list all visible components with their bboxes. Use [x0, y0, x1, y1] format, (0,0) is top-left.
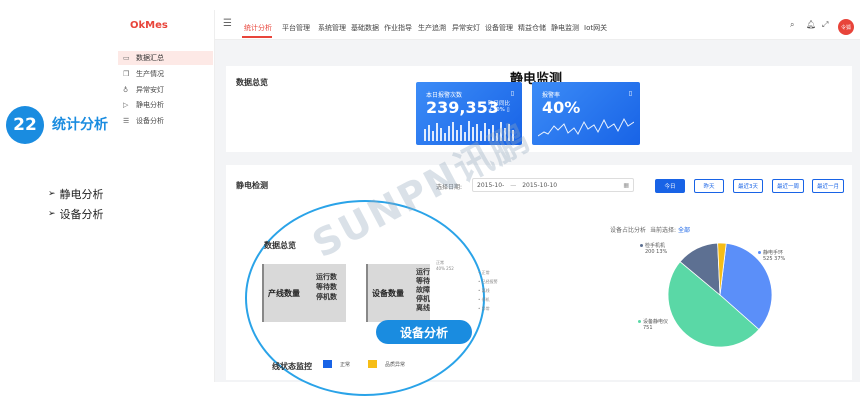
- date-range-picker[interactable]: 2015-10- — 2015-10-10 ▦: [472, 178, 634, 192]
- tab-work-guide[interactable]: 作业指导: [384, 23, 412, 33]
- tab-platform[interactable]: 平台管理: [282, 23, 310, 33]
- device-count-box: 设备数量 运行 等待 故障 停机 离线: [366, 264, 430, 322]
- fullscreen-icon[interactable]: ⤢: [822, 20, 828, 30]
- monitor-icon: ▭: [123, 54, 130, 62]
- date-end[interactable]: 2015-10-10: [522, 182, 557, 189]
- tab-statistics[interactable]: 统计分析: [244, 23, 272, 33]
- sidebar-item-andon[interactable]: ♁ 异常安灯: [118, 83, 213, 97]
- sidebar: [115, 10, 215, 382]
- device-count-title: 设备数量: [372, 289, 404, 298]
- info-icon: ▯: [510, 90, 514, 97]
- sidebar-item-label: 静电分析: [136, 101, 164, 109]
- promo-bullet-text: 设备分析: [59, 208, 104, 221]
- alarm-rate-card[interactable]: 报警率 ▯ 40%: [532, 82, 640, 145]
- magnified-overview-title: 数据总览: [264, 241, 296, 250]
- sidebar-item-label: 数据汇总: [136, 54, 164, 62]
- line-count-statuses: 运行数 等待数 停机数: [316, 273, 337, 301]
- last-month-button[interactable]: 最近一月: [812, 179, 844, 193]
- device-count-statuses: 运行 等待 故障 停机 离线: [416, 268, 430, 312]
- date-separator: —: [510, 181, 517, 189]
- tab-equipment[interactable]: 设备管理: [485, 23, 513, 33]
- sidebar-item-production[interactable]: ❒ 生产情况: [118, 67, 213, 81]
- sidebar-item-label: 设备分析: [136, 117, 164, 125]
- alarm-rate-sparkline: [538, 117, 634, 137]
- pie-label-detector: 检手机机 200 13%: [640, 242, 667, 255]
- promo-bullet: ➢ 静电分析: [48, 186, 104, 202]
- avatar[interactable]: 令狐: [838, 19, 854, 35]
- info-icon: ▯: [628, 90, 632, 97]
- tab-warehouse[interactable]: 精益仓储: [518, 23, 546, 33]
- sidebar-item-label: 生产情况: [136, 70, 164, 78]
- magnified-legend: • 正常 • 已经报警 • 离线 • 停机 • 异常: [478, 270, 498, 311]
- last-week-button[interactable]: 最近一周: [772, 179, 804, 193]
- app-logo[interactable]: OkMes: [130, 20, 168, 31]
- tab-iot-gateway[interactable]: Iot网关: [584, 23, 607, 33]
- promo-bullet: ➢ 设备分析: [48, 206, 104, 222]
- tab-trace[interactable]: 生产追溯: [418, 23, 446, 33]
- camera-icon: ▷: [123, 101, 129, 109]
- arrow-right-icon: ➢: [48, 209, 56, 219]
- compare-label: 昨日同比: [488, 101, 511, 107]
- line-status-title: 线状态监控: [272, 362, 312, 371]
- database-icon: ☰: [123, 117, 130, 125]
- legend-quality-swatch: [368, 360, 377, 368]
- sidebar-item-label: 异常安灯: [136, 86, 164, 94]
- sidebar-item-static-analysis[interactable]: ▷ 静电分析: [118, 98, 213, 112]
- device-share-title: 设备占比分析: [610, 227, 647, 234]
- menu-toggle-icon[interactable]: ☰: [223, 18, 232, 29]
- promo-number-badge: 22: [6, 106, 44, 144]
- monitor-title: 静电检测: [236, 181, 268, 190]
- calendar-icon[interactable]: ▦: [623, 182, 629, 189]
- sidebar-item-device-analysis[interactable]: ☰ 设备分析: [118, 114, 213, 128]
- arrow-right-icon: ➢: [48, 189, 56, 199]
- legend-normal-swatch: [323, 360, 332, 368]
- filter-label: 当前选择:: [650, 227, 677, 234]
- tab-static-monitor[interactable]: 静电监测: [551, 23, 579, 33]
- sidebar-item-data-summary[interactable]: ▭ 数据汇总: [118, 51, 213, 65]
- magnified-top-label: 正常 40% 252: [436, 260, 454, 271]
- yesterday-button[interactable]: 昨天: [694, 179, 724, 193]
- box-icon: ❒: [123, 70, 130, 78]
- search-icon[interactable]: ⌕: [790, 20, 794, 30]
- active-tab-indicator: [242, 36, 272, 38]
- legend-normal-label: 正常: [340, 362, 351, 368]
- bell-icon[interactable]: 🔔︎: [806, 20, 816, 29]
- tab-system[interactable]: 系统管理: [318, 23, 346, 33]
- pie-label-meter: 设备静电仪 751: [638, 318, 668, 331]
- filter-value-link[interactable]: 全部: [678, 227, 690, 234]
- bulb-icon: ♁: [123, 86, 129, 94]
- device-analysis-callout: 设备分析: [376, 320, 472, 344]
- today-button[interactable]: 今日: [655, 179, 685, 193]
- pie-label-wristband: 静电手环 525 37%: [758, 249, 785, 262]
- tab-basic-data[interactable]: 基础数据: [351, 23, 379, 33]
- tab-andon[interactable]: 异常安灯: [452, 23, 480, 33]
- legend-quality-label: 品质异常: [385, 362, 406, 368]
- last-3-days-button[interactable]: 最近3天: [733, 179, 763, 193]
- line-count-box: 产线数量 运行数 等待数 停机数: [262, 264, 346, 322]
- device-share-filter[interactable]: 当前选择: 全部: [650, 225, 690, 234]
- overview-title: 数据总览: [236, 78, 268, 87]
- promo-bullet-text: 静电分析: [59, 188, 104, 201]
- promo-title: 统计分析: [52, 117, 108, 133]
- line-count-title: 产线数量: [268, 289, 300, 298]
